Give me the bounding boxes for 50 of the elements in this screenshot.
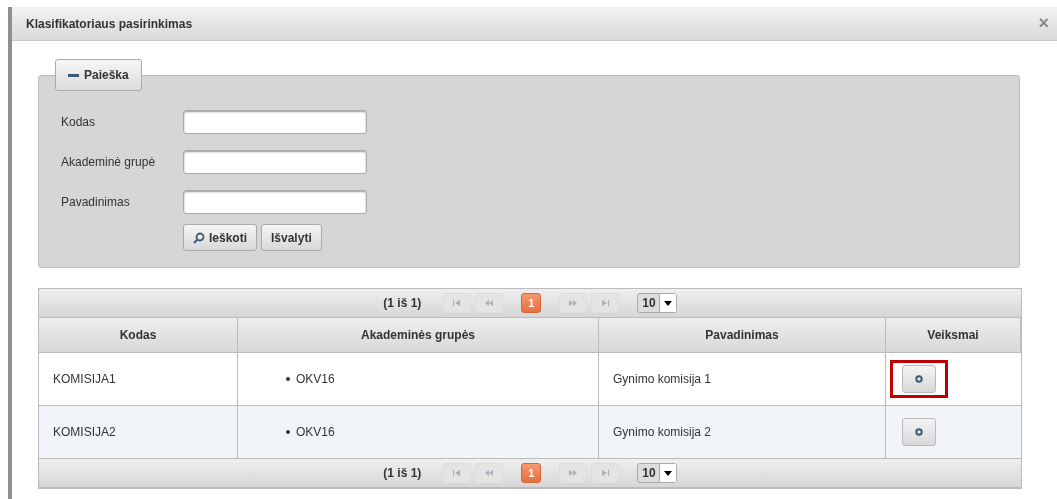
- table-cell: KOMISIJA1: [53, 372, 116, 386]
- group-item: OKV16: [296, 425, 335, 439]
- search-panel-toggle[interactable]: Paieška: [55, 59, 142, 91]
- first-page-icon: [452, 470, 463, 476]
- table-cell: Gynimo komisija 2: [613, 425, 712, 439]
- next-page-icon: [568, 470, 579, 476]
- minus-icon: [68, 73, 79, 77]
- select-button[interactable]: [902, 418, 936, 446]
- caret-icon: [663, 300, 672, 306]
- field-label: Kodas: [61, 115, 97, 129]
- select-button[interactable]: [902, 365, 936, 393]
- input-field[interactable]: [183, 190, 367, 214]
- page-info: (1 iš 1): [383, 466, 422, 480]
- first-page-button[interactable]: [443, 293, 472, 313]
- search-button[interactable]: Ieškoti: [183, 224, 257, 251]
- table-cell: Gynimo komisija 1: [613, 372, 712, 386]
- table-cell: KOMISIJA2: [53, 425, 116, 439]
- field-label: Akademinė grupė: [61, 155, 157, 169]
- previous-page-button[interactable]: [475, 293, 504, 313]
- rows-per-page-select[interactable]: 10: [637, 293, 677, 313]
- column-header: Kodas: [39, 318, 238, 353]
- rows-per-page-select[interactable]: 10: [637, 463, 677, 483]
- column-header: Akademinės grupės: [238, 318, 599, 353]
- bullet-icon: [286, 430, 290, 434]
- next-page-button[interactable]: [559, 293, 588, 313]
- last-page-button[interactable]: [591, 293, 620, 313]
- input-field[interactable]: [183, 110, 367, 134]
- last-page-icon: [600, 300, 611, 306]
- previous-page-button[interactable]: [475, 463, 504, 483]
- field-label: Pavadinimas: [61, 195, 131, 209]
- last-page-icon: [600, 470, 611, 476]
- next-page-button[interactable]: [559, 463, 588, 483]
- ring-icon: [915, 375, 923, 383]
- window-title: Klasifikatoriaus pasirinkimas: [26, 16, 193, 31]
- column-header: Veiksmai: [886, 318, 1021, 353]
- ring-icon: [915, 428, 923, 436]
- page-info: (1 iš 1): [383, 296, 422, 310]
- group-item: OKV16: [296, 372, 335, 386]
- bullet-icon: [286, 377, 290, 381]
- previous-page-icon: [484, 300, 495, 306]
- column-header: Pavadinimas: [599, 318, 886, 353]
- search-icon: [193, 231, 205, 244]
- first-page-icon: [452, 300, 463, 306]
- next-page-icon: [568, 300, 579, 306]
- last-page-button[interactable]: [591, 463, 620, 483]
- first-page-button[interactable]: [443, 463, 472, 483]
- clear-button[interactable]: Išvalyti: [261, 224, 322, 251]
- caret-icon: [663, 470, 672, 476]
- input-field[interactable]: [183, 150, 367, 174]
- previous-page-icon: [484, 470, 495, 476]
